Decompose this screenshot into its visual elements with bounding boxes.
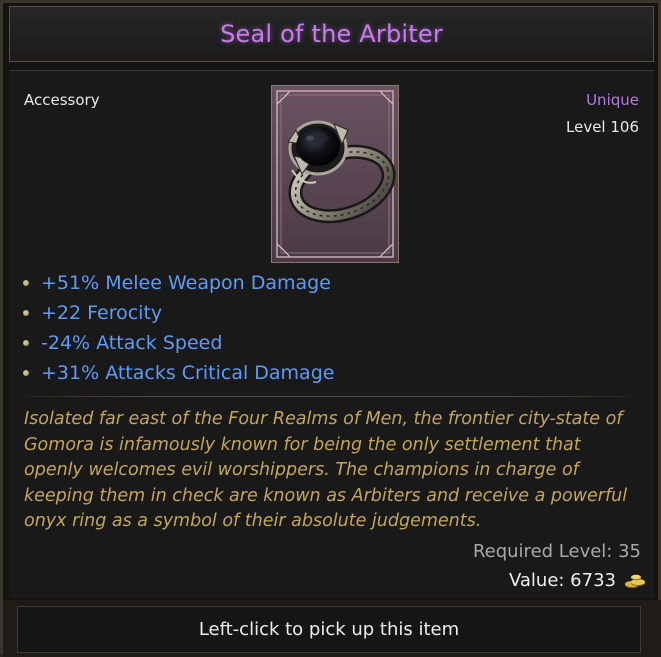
stat-row: +31% Attacks Critical Damage bbox=[23, 358, 334, 388]
bullet-icon bbox=[23, 310, 29, 316]
item-level: Level 106 bbox=[566, 118, 639, 136]
stat-list: +51% Melee Weapon Damage +22 Ferocity -2… bbox=[23, 268, 334, 388]
item-icon-frame bbox=[271, 85, 399, 263]
bullet-icon bbox=[23, 340, 29, 346]
stat-row: +51% Melee Weapon Damage bbox=[23, 268, 334, 298]
pickup-hint: Left-click to pick up this item bbox=[198, 619, 460, 640]
item-rarity: Unique bbox=[586, 91, 639, 109]
lore-line: Gomora is infamously known for being the… bbox=[24, 434, 581, 455]
title-bar: Seal of the Arbiter bbox=[9, 6, 654, 62]
required-level: Required Level: 35 bbox=[472, 541, 641, 562]
lore-line: Isolated far east of the Four Realms of … bbox=[24, 409, 623, 429]
item-name: Seal of the Arbiter bbox=[220, 20, 443, 48]
gold-coins-icon bbox=[624, 572, 646, 590]
item-value: Value: 6733 bbox=[508, 570, 616, 591]
item-tooltip: Seal of the Arbiter Accessory Unique Lev… bbox=[0, 0, 661, 657]
stat-text: +51% Melee Weapon Damage bbox=[41, 272, 331, 294]
lore-line: keeping them in check are known as Arbit… bbox=[24, 485, 628, 506]
lore-text: Isolated far east of the Four Realms of … bbox=[24, 407, 649, 535]
footer-hint: Left-click to pick up this item bbox=[17, 606, 641, 653]
lore-line: onyx ring as a symbol of their absolute … bbox=[24, 511, 482, 532]
lore-line: openly welcomes evil worshippers. The ch… bbox=[24, 460, 579, 481]
divider bbox=[25, 396, 629, 397]
stat-text: +31% Attacks Critical Damage bbox=[41, 362, 335, 384]
stat-row: -24% Attack Speed bbox=[23, 328, 334, 358]
stat-text: -24% Attack Speed bbox=[41, 332, 223, 354]
onyx-ring-icon bbox=[272, 86, 398, 262]
bullet-icon bbox=[23, 280, 29, 286]
value-row: Value: 6733 bbox=[509, 570, 646, 591]
stat-row: +22 Ferocity bbox=[23, 298, 334, 328]
item-type: Accessory bbox=[24, 91, 100, 109]
bullet-icon bbox=[23, 370, 29, 376]
stat-text: +22 Ferocity bbox=[41, 302, 163, 324]
